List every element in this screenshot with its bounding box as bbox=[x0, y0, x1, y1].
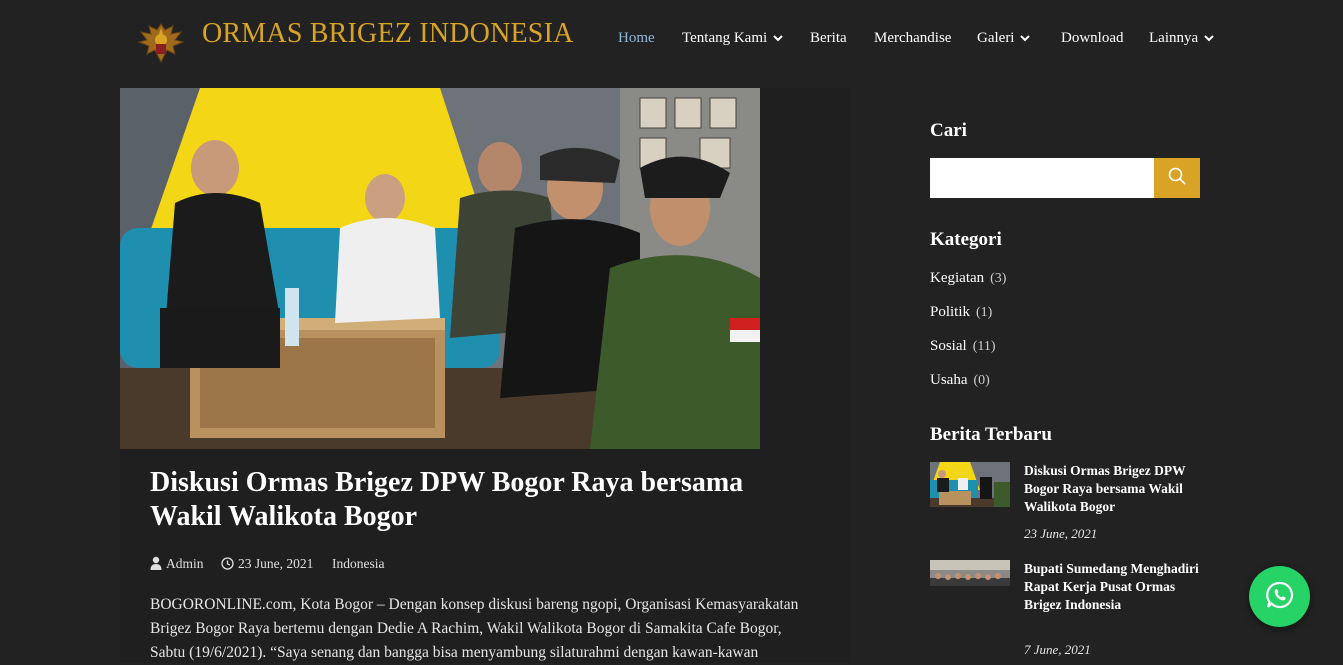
post-author[interactable]: Admin bbox=[150, 556, 204, 574]
post-excerpt: BOGORONLINE.com, Kota Bogor – Dengan kon… bbox=[150, 593, 830, 665]
site-title[interactable]: ORMAS BRIGEZ INDONESIA bbox=[202, 18, 574, 50]
category-count: (1) bbox=[976, 305, 993, 320]
site-header: ORMAS BRIGEZ INDONESIA Home Tentang Kami… bbox=[0, 0, 1343, 80]
recent-post-date: 23 June, 2021 bbox=[1024, 526, 1098, 541]
whatsapp-icon bbox=[1265, 580, 1295, 614]
category-name: Usaha bbox=[930, 372, 968, 388]
nav-lainnya[interactable]: Lainnya bbox=[1149, 30, 1214, 47]
chevron-down-icon bbox=[1020, 30, 1031, 47]
nav-lainnya-label: Lainnya bbox=[1149, 30, 1199, 46]
category-widget-title: Kategori bbox=[930, 229, 1002, 250]
chevron-down-icon bbox=[1204, 30, 1214, 47]
category-count: (0) bbox=[973, 373, 990, 388]
category-name: Politik bbox=[930, 304, 971, 320]
nav-galeri[interactable]: Galeri bbox=[977, 30, 1031, 47]
post-author-name: Admin bbox=[166, 556, 204, 571]
nav-merchandise[interactable]: Merchandise bbox=[874, 30, 951, 47]
post-category[interactable]: Indonesia bbox=[332, 556, 384, 572]
post-date-text: 23 June, 2021 bbox=[238, 556, 314, 571]
recent-post-title[interactable]: Bupati Sumedang Menghadiri Rapat Kerja P… bbox=[1024, 560, 1204, 614]
post-featured-image[interactable] bbox=[120, 88, 760, 449]
excerpt-line: BOGORONLINE.com, Kota Bogor – Dengan kon… bbox=[150, 596, 799, 613]
search-icon bbox=[1168, 167, 1186, 189]
search-input[interactable] bbox=[930, 158, 1154, 198]
nav-tentang-kami-label: Tentang Kami bbox=[682, 30, 768, 46]
whatsapp-chat-button[interactable] bbox=[1249, 566, 1310, 627]
user-icon bbox=[150, 556, 162, 574]
garuda-logo-icon[interactable] bbox=[137, 20, 185, 66]
nav-berita[interactable]: Berita bbox=[810, 30, 847, 47]
post-date[interactable]: 23 June, 2021 bbox=[221, 556, 313, 574]
nav-tentang-kami[interactable]: Tentang Kami bbox=[682, 30, 783, 47]
category-name: Sosial bbox=[930, 338, 967, 354]
nav-home[interactable]: Home bbox=[618, 30, 655, 47]
chevron-down-icon bbox=[773, 30, 783, 47]
category-count: (3) bbox=[990, 271, 1007, 286]
category-item-usaha[interactable]: Usaha (0) bbox=[930, 372, 990, 389]
excerpt-line: Brigez Bogor Raya bertemu dengan Dedie A… bbox=[150, 620, 782, 637]
recent-post-thumbnail[interactable] bbox=[930, 462, 1010, 507]
search-button[interactable] bbox=[1154, 158, 1200, 198]
nav-galeri-label: Galeri bbox=[977, 30, 1015, 46]
recent-post-thumbnail[interactable] bbox=[930, 560, 1010, 605]
recent-post-title[interactable]: Diskusi Ormas Brigez DPW Bogor Raya bers… bbox=[1024, 462, 1204, 516]
recent-post-date: 7 June, 2021 bbox=[1024, 642, 1091, 657]
post-card: Diskusi Ormas Brigez DPW Bogor Raya bers… bbox=[120, 88, 850, 663]
nav-download[interactable]: Download bbox=[1061, 30, 1124, 47]
category-item-sosial[interactable]: Sosial (11) bbox=[930, 338, 996, 355]
category-item-politik[interactable]: Politik (1) bbox=[930, 304, 992, 321]
category-item-kegiatan[interactable]: Kegiatan (3) bbox=[930, 270, 1006, 287]
recent-posts-title: Berita Terbaru bbox=[930, 424, 1052, 445]
category-name: Kegiatan bbox=[930, 270, 985, 286]
post-title[interactable]: Diskusi Ormas Brigez DPW Bogor Raya bers… bbox=[150, 466, 790, 534]
search-widget-title: Cari bbox=[930, 120, 967, 141]
excerpt-line: Sabtu (19/6/2021). “Saya senang dan bang… bbox=[150, 644, 759, 661]
category-count: (11) bbox=[972, 339, 996, 354]
clock-icon bbox=[221, 557, 234, 574]
